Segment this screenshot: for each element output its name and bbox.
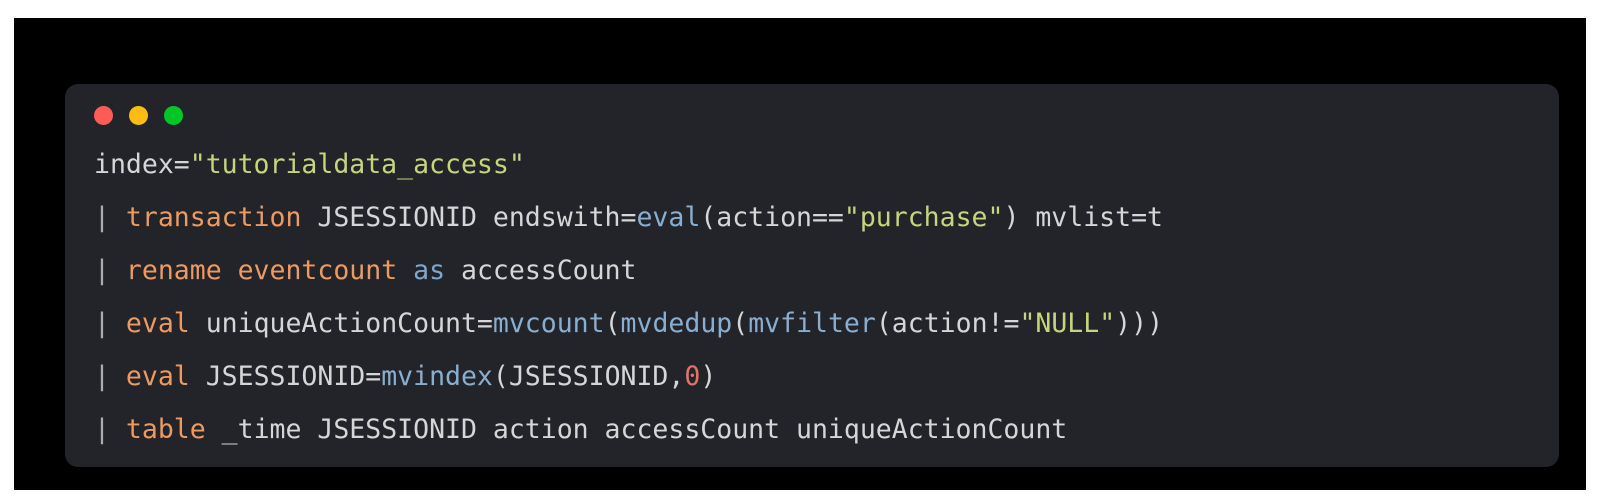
code-token: table xyxy=(125,414,206,445)
close-window-icon[interactable] xyxy=(94,105,113,125)
code-token: ) xyxy=(700,361,717,392)
code-token: | xyxy=(94,255,126,286)
code-token: rename eventcount xyxy=(125,255,398,286)
code-token: mvcount xyxy=(492,308,605,339)
code-line: | table _time JSESSIONID action accessCo… xyxy=(94,403,1534,456)
maximize-window-icon[interactable] xyxy=(164,105,183,125)
window-titlebar xyxy=(94,104,183,126)
code-token: | xyxy=(94,361,126,392)
code-token: | xyxy=(94,414,126,445)
code-token: | xyxy=(94,202,126,233)
code-token: (JSESSIONID, xyxy=(492,361,685,392)
code-block[interactable]: index="tutorialdata_access" | transaction… xyxy=(94,138,1534,456)
code-token: ))) xyxy=(1115,308,1164,339)
code-token: eval xyxy=(636,202,701,233)
code-token: "tutorialdata_access" xyxy=(189,149,525,180)
code-token: ( xyxy=(732,308,749,339)
code-token: "purchase" xyxy=(843,202,1004,233)
code-line: | eval uniqueActionCount=mvcount(mvdedup… xyxy=(94,297,1534,350)
code-token: ( xyxy=(604,308,621,339)
code-token: uniqueActionCount= xyxy=(189,308,493,339)
code-token: as xyxy=(413,255,446,286)
window-frame: index="tutorialdata_access" | transaction… xyxy=(14,18,1586,490)
code-token: JSESSIONID= xyxy=(189,361,382,392)
code-line: | eval JSESSIONID=mvindex(JSESSIONID,0) xyxy=(94,350,1534,403)
code-token: 0 xyxy=(684,361,701,392)
code-line: index="tutorialdata_access" xyxy=(94,138,1534,191)
code-token: (action== xyxy=(700,202,844,233)
code-token: mvdedup xyxy=(620,308,733,339)
code-token: ) mvlist=t xyxy=(1003,202,1163,233)
minimize-window-icon[interactable] xyxy=(129,105,148,125)
code-token: "NULL" xyxy=(1019,308,1116,339)
code-token: mvindex xyxy=(381,361,493,392)
code-token: | xyxy=(94,308,126,339)
code-line: | rename eventcount as accessCount xyxy=(94,244,1534,297)
code-token: JSESSIONID endswith= xyxy=(301,202,637,233)
code-token: accessCount xyxy=(445,255,637,286)
code-token: index= xyxy=(94,149,190,180)
code-line: | transaction JSESSIONID endswith=eval(a… xyxy=(94,191,1534,244)
code-token: _time JSESSIONID action accessCount uniq… xyxy=(205,414,1068,445)
code-token: eval xyxy=(125,361,190,392)
code-token: (action!= xyxy=(875,308,1020,339)
code-token: mvfilter xyxy=(748,308,876,339)
code-token: eval xyxy=(125,308,190,339)
code-token: transaction xyxy=(125,202,302,233)
